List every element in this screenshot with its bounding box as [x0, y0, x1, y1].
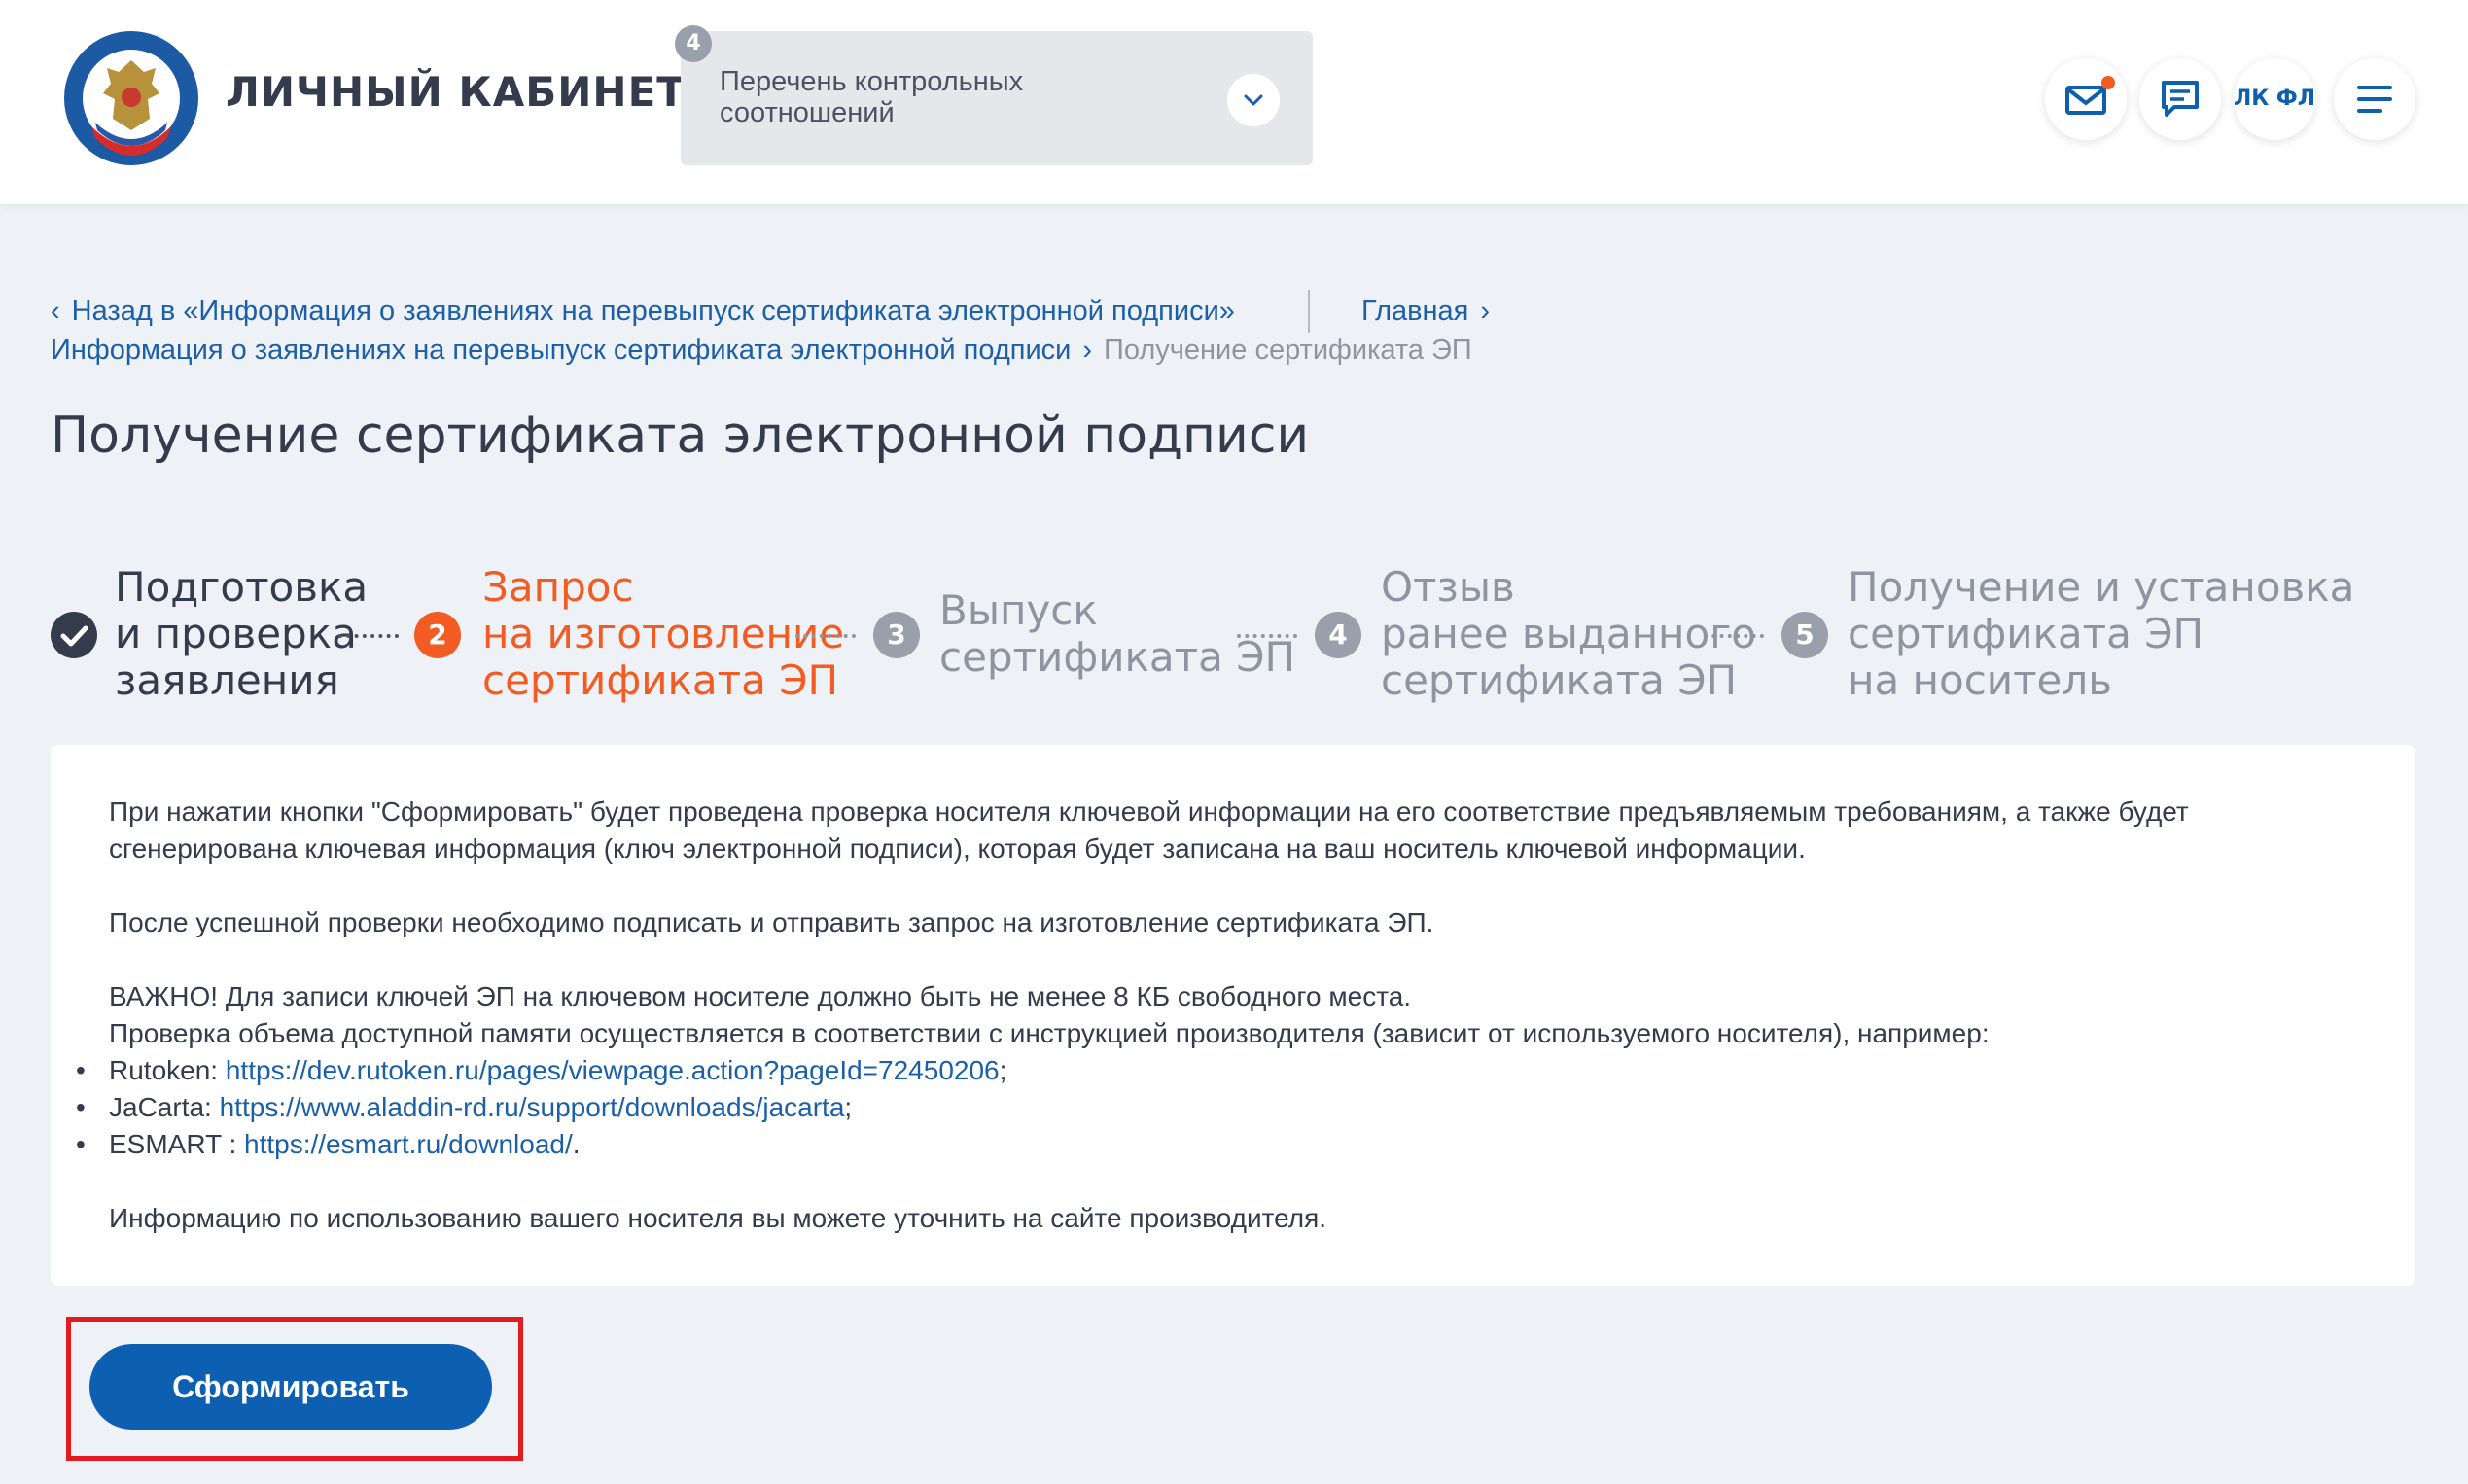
esmart-link[interactable]: https://esmart.ru/download/ [244, 1129, 573, 1159]
step-2-line2: на изготовление [482, 610, 845, 657]
page-title: Получение сертификата электронной подпис… [51, 406, 1310, 465]
list-item: Rutoken: https://dev.rutoken.ru/pages/vi… [76, 1052, 1007, 1089]
info-text: После успешной проверки необходимо подпи… [109, 907, 1434, 937]
breadcrumb-home-text[interactable]: Главная [1361, 296, 1468, 327]
step-2-line3: сертификата ЭП [482, 656, 839, 704]
top-header: ЛИЧНЫЙ КАБИНЕТ ИП 4 Перечень контрольных… [0, 0, 2468, 204]
step-connector [1704, 634, 1764, 638]
step-3-number: 3 [873, 612, 920, 658]
step-2-number: 2 [414, 612, 461, 658]
step-4-label[interactable]: Отзыв ранее выданного сертификата ЭП [1381, 564, 1756, 704]
chevron-right-icon: › [1082, 335, 1093, 366]
breadcrumb-divider [1308, 290, 1310, 333]
step-4-number: 4 [1315, 612, 1361, 658]
breadcrumb: Информация о заявлениях на перевыпуск се… [51, 335, 1472, 367]
menu-icon [2357, 86, 2392, 113]
info-text: При нажатии кнопки "Сформировать" будет … [109, 796, 2189, 827]
step-5-line2: сертификата ЭП [1848, 610, 2204, 657]
info-card: При нажатии кнопки "Сформировать" будет … [51, 745, 2415, 1286]
step-connector [338, 634, 399, 638]
step-5-number: 5 [1781, 612, 1828, 658]
logo-emblem[interactable] [62, 29, 200, 167]
info-text: Проверка объема доступной памяти осущест… [109, 1018, 1990, 1048]
rutoken-link[interactable]: https://dev.rutoken.ru/pages/viewpage.ac… [226, 1055, 1000, 1085]
step-1-line1: Подготовка [115, 563, 369, 611]
back-link[interactable]: ‹ Назад в «Информация о заявлениях на пер… [51, 296, 1235, 328]
step-4-line2: ранее выданного [1381, 610, 1756, 657]
list-item: JaCarta: https://www.aladdin-rd.ru/suppo… [76, 1089, 853, 1126]
breadcrumb-current: Получение сертификата ЭП [1104, 335, 1472, 366]
submit-button[interactable]: Сформировать [89, 1344, 492, 1430]
back-link-text[interactable]: Назад в «Информация о заявлениях на пере… [72, 296, 1235, 327]
step-4-line1: Отзыв [1381, 563, 1515, 611]
step-1-line3: заявления [115, 656, 339, 704]
menu-button[interactable] [2334, 58, 2415, 140]
step-3-line1: Выпуск [939, 586, 1098, 634]
vendor-name: ESMART : [109, 1129, 245, 1159]
lkfl-button[interactable]: ЛК ФЛ [2234, 58, 2315, 140]
step-2-label[interactable]: Запрос на изготовление сертификата ЭП [482, 564, 844, 704]
step-1-label[interactable]: Подготовка и проверка заявления [115, 564, 368, 704]
step-5-label[interactable]: Получение и установка сертификата ЭП на … [1848, 564, 2354, 704]
info-text: Информацию по использованию вашего носит… [109, 1203, 1327, 1233]
list-punct: ; [999, 1055, 1007, 1085]
chat-icon [2162, 81, 2199, 117]
chevron-left-icon: ‹ [51, 296, 60, 327]
list-item: ESMART : https://esmart.ru/download/. [76, 1126, 581, 1163]
notification-dot [2101, 76, 2115, 89]
list-punct: ; [844, 1092, 853, 1122]
chevron-down-icon[interactable] [1227, 74, 1280, 126]
step-5-line1: Получение и установка [1848, 563, 2355, 611]
mail-button[interactable] [2045, 58, 2127, 140]
chevron-right-icon: › [1480, 296, 1491, 327]
vendor-name: JaCarta: [109, 1092, 220, 1122]
step-4-line3: сертификата ЭП [1381, 656, 1738, 704]
step-1-line2: и проверка [115, 610, 357, 657]
jacarta-link[interactable]: https://www.aladdin-rd.ru/support/downlo… [220, 1092, 845, 1122]
control-list-label[interactable]: Перечень контрольных соотношений [720, 66, 1128, 128]
step-3-line2: сертификата ЭП [939, 633, 1296, 681]
control-list-badge: 4 [675, 25, 712, 62]
info-warning: ВАЖНО! Для записи ключей ЭП на ключевом … [109, 981, 1412, 1011]
breadcrumb-home[interactable]: Главная › [1361, 296, 1501, 328]
check-icon [51, 612, 97, 658]
chat-button[interactable] [2139, 58, 2221, 140]
step-connector [795, 634, 856, 638]
list-punct: . [572, 1129, 581, 1159]
step-2-line1: Запрос [482, 563, 634, 611]
step-connector [1237, 634, 1297, 638]
breadcrumb-parent[interactable]: Информация о заявлениях на перевыпуск се… [51, 335, 1071, 366]
step-5-line3: на носитель [1848, 656, 2112, 704]
lkfl-label: ЛК ФЛ [2234, 87, 2316, 111]
vendor-name: Rutoken: [109, 1055, 226, 1085]
info-text: сгенерирована ключевая информация (ключ … [109, 833, 1806, 864]
